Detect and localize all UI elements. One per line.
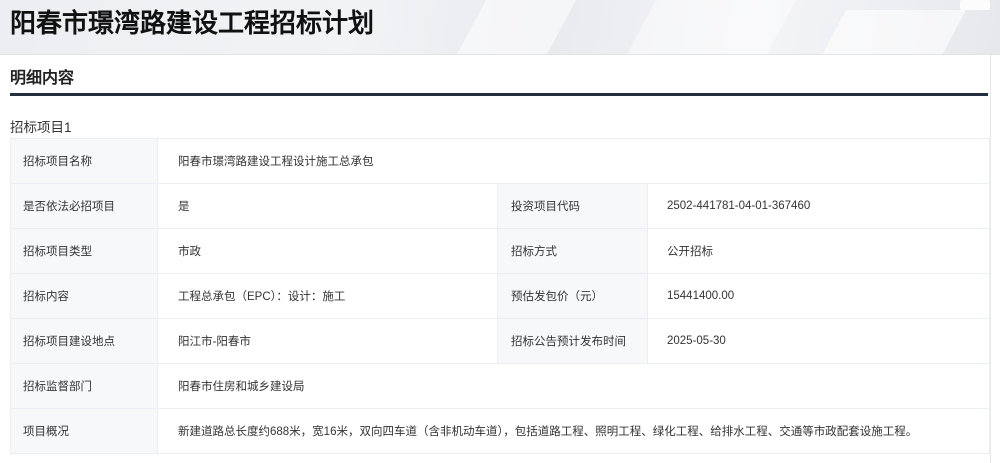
field-value-project-overview: 新建道路总长度约688米，宽16米，双向四车道（含非机动车道），包括道路工程、照… [157, 408, 990, 454]
page: 阳春市璟湾路建设工程招标计划 明细内容 招标项目1 招标项目名称 阳春市璟湾路建… [0, 0, 1000, 463]
banner-decoration [960, 0, 990, 10]
field-label-mandatory-bidding: 是否依法必招项目 [10, 183, 158, 229]
table-row-mandatory-bidding: 是否依法必招项目 是 投资项目代码 2502-441781-04-01-3674… [10, 183, 990, 229]
banner-decoration [448, 0, 582, 54]
field-label-announcement-date: 招标公告预计发布时间 [497, 318, 648, 364]
field-label-project-name: 招标项目名称 [10, 138, 158, 184]
field-label-bidding-content: 招标内容 [10, 273, 158, 319]
field-label-construction-location: 招标项目建设地点 [10, 318, 158, 364]
table-row-project-type: 招标项目类型 市政 招标方式 公开招标 [10, 228, 990, 274]
page-title: 阳春市璟湾路建设工程招标计划 [10, 8, 375, 38]
field-value-bidding-method: 公开招标 [647, 228, 990, 274]
field-label-investment-code: 投资项目代码 [497, 183, 648, 229]
field-value-supervision-department: 阳春市住房和城乡建设局 [157, 363, 990, 409]
table-row-construction-location: 招标项目建设地点 阳江市-阳春市 招标公告预计发布时间 2025-05-30 [10, 318, 990, 364]
project-label: 招标项目1 [10, 120, 72, 135]
banner-decoration [618, 0, 802, 54]
field-label-supervision-department: 招标监督部门 [10, 363, 158, 409]
table-row-bidding-content: 招标内容 工程总承包（EPC）：设计：施工 预估发包价（元） 15441400.… [10, 273, 990, 319]
section-heading: 明细内容 [10, 67, 988, 96]
banner-decoration [814, 10, 966, 54]
field-value-estimated-price: 15441400.00 [647, 273, 990, 319]
field-label-estimated-price: 预估发包价（元） [497, 273, 648, 319]
field-value-project-name: 阳春市璟湾路建设工程设计施工总承包 [157, 138, 990, 184]
field-value-announcement-date: 2025-05-30 [647, 318, 990, 364]
content-right-border [990, 55, 991, 463]
field-value-investment-code: 2502-441781-04-01-367460 [647, 183, 990, 229]
field-value-bidding-content: 工程总承包（EPC）：设计：施工 [157, 273, 498, 319]
field-value-mandatory-bidding: 是 [157, 183, 498, 229]
table-row-supervision-department: 招标监督部门 阳春市住房和城乡建设局 [10, 363, 990, 409]
field-label-bidding-method: 招标方式 [497, 228, 648, 274]
field-label-project-overview: 项目概况 [10, 408, 158, 454]
detail-table: 招标项目名称 阳春市璟湾路建设工程设计施工总承包 是否依法必招项目 是 投资项目… [10, 138, 990, 454]
title-banner: 阳春市璟湾路建设工程招标计划 [0, 0, 1000, 55]
field-value-project-type: 市政 [157, 228, 498, 274]
table-row-project-overview: 项目概况 新建道路总长度约688米，宽16米，双向四车道（含非机动车道），包括道… [10, 408, 990, 454]
field-label-project-type: 招标项目类型 [10, 228, 158, 274]
table-row-project-name: 招标项目名称 阳春市璟湾路建设工程设计施工总承包 [10, 138, 990, 184]
field-value-construction-location: 阳江市-阳春市 [157, 318, 498, 364]
